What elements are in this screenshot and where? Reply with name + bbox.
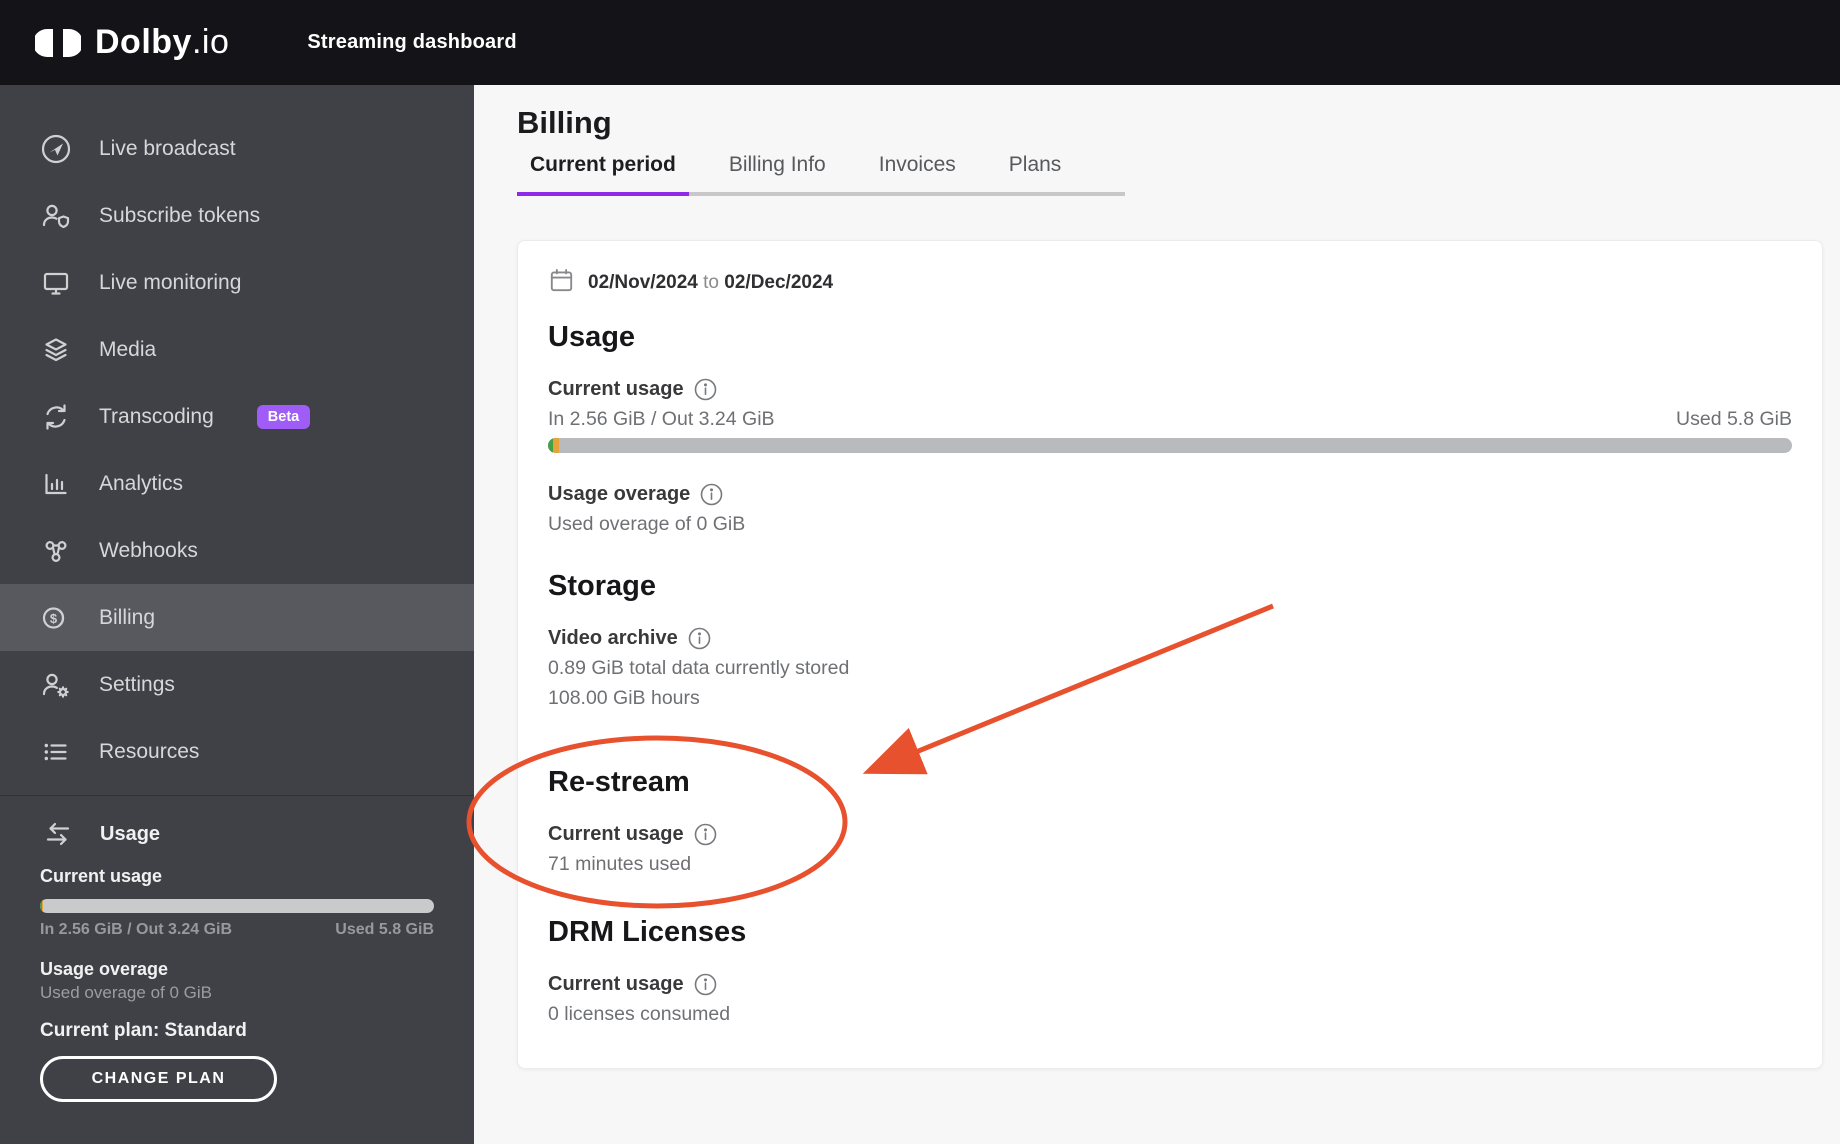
billing-tabs: Current period Billing Info Invoices Plans <box>517 153 1125 196</box>
top-header: Dolby.io Streaming dashboard <box>0 0 1840 85</box>
info-icon[interactable] <box>694 973 717 996</box>
billing-icon: $ <box>40 602 72 634</box>
sidebar-usage-progressbar <box>40 899 434 913</box>
current-usage-label: Current usage <box>548 378 684 400</box>
sidebar-item-label: Live broadcast <box>99 136 236 160</box>
sidebar-nav: Live broadcast Subscribe tokens Live mon… <box>0 115 474 785</box>
restream-usage-label: Current usage <box>548 823 684 845</box>
period-separator: to <box>703 272 719 293</box>
period-end: 02/Dec/2024 <box>724 272 834 293</box>
current-plan-label: Current plan: Standard <box>40 1020 247 1041</box>
sidebar-item-label: Transcoding <box>99 404 214 428</box>
svg-text:$: $ <box>50 611 58 626</box>
swap-arrows-icon <box>42 818 74 850</box>
sidebar-item-media[interactable]: Media <box>0 316 474 383</box>
usage-in-out-value: In 2.56 GiB / Out 3.24 GiB <box>548 408 775 430</box>
drm-usage-label: Current usage <box>548 973 684 995</box>
sidebar-item-resources[interactable]: Resources <box>0 718 474 785</box>
restream-section-heading: Re-stream <box>548 766 690 798</box>
tab-current-period[interactable]: Current period <box>517 153 689 196</box>
bar-segment-out <box>552 438 559 453</box>
sidebar-current-usage-label: Current usage <box>40 866 163 886</box>
calendar-icon <box>548 267 575 299</box>
sidebar-item-live-monitoring[interactable]: Live monitoring <box>0 249 474 316</box>
billing-period-row: 02/Nov/2024 to 02/Dec/2024 <box>548 267 1792 299</box>
storage-section-heading: Storage <box>548 570 656 602</box>
usage-progressbar <box>548 438 1792 453</box>
monitor-icon <box>40 267 72 299</box>
sidebar-item-settings[interactable]: Settings <box>0 651 474 718</box>
sidebar-item-label: Live monitoring <box>99 270 242 294</box>
tab-plans[interactable]: Plans <box>996 153 1075 196</box>
info-icon[interactable] <box>694 378 717 401</box>
sidebar-overage-value: Used overage of 0 GiB <box>40 983 212 1002</box>
user-gear-icon <box>40 669 72 701</box>
sidebar-item-webhooks[interactable]: Webhooks <box>0 517 474 584</box>
tab-invoices[interactable]: Invoices <box>866 153 969 196</box>
dolby-logo-icon <box>35 28 81 57</box>
user-shield-icon <box>40 200 72 232</box>
sidebar-item-label: Settings <box>99 672 175 696</box>
change-plan-button[interactable]: CHANGE PLAN <box>40 1056 277 1102</box>
storage-hours-value: 108.00 GiB hours <box>548 687 700 709</box>
sidebar-item-analytics[interactable]: Analytics <box>0 450 474 517</box>
billing-card: 02/Nov/2024 to 02/Dec/2024 Usage Current… <box>517 240 1823 1069</box>
info-icon[interactable] <box>688 627 711 650</box>
usage-section-heading: Usage <box>548 321 636 353</box>
webhook-icon <box>40 535 72 567</box>
sidebar-usage-panel: Usage Current usage In 2.56 GiB / Out 3.… <box>0 796 474 1102</box>
period-start: 02/Nov/2024 <box>588 272 698 293</box>
usage-used-value: Used 5.8 GiB <box>1676 408 1792 430</box>
page-title: Billing <box>517 105 612 140</box>
drm-section-heading: DRM Licenses <box>548 916 747 948</box>
layers-icon <box>40 334 72 366</box>
app-title: Streaming dashboard <box>307 31 517 53</box>
sidebar-item-label: Media <box>99 337 157 361</box>
storage-stored-value: 0.89 GiB total data currently stored <box>548 657 850 679</box>
sidebar-item-label: Billing <box>99 605 156 629</box>
dolby-brand: Dolby.io <box>35 23 229 62</box>
sidebar-usage-title: Usage <box>100 822 161 845</box>
bar-segment-out <box>41 899 44 913</box>
info-icon[interactable] <box>694 823 717 846</box>
brand-text: Dolby.io <box>95 23 230 61</box>
sidebar-in-out-value: In 2.56 GiB / Out 3.24 GiB <box>40 921 233 938</box>
sidebar-item-label: Resources <box>99 739 200 763</box>
sidebar-item-live-broadcast[interactable]: Live broadcast <box>0 115 474 182</box>
tab-billing-info[interactable]: Billing Info <box>716 153 839 196</box>
sidebar-item-label: Webhooks <box>99 538 198 562</box>
transcode-icon <box>40 401 72 433</box>
sidebar: Live broadcast Subscribe tokens Live mon… <box>0 85 474 1144</box>
usage-overage-value: Used overage of 0 GiB <box>548 513 746 535</box>
usage-overage-label: Usage overage <box>548 483 691 505</box>
broadcast-icon <box>40 133 72 165</box>
sidebar-item-subscribe-tokens[interactable]: Subscribe tokens <box>0 182 474 249</box>
sidebar-item-label: Analytics <box>99 471 184 495</box>
restream-usage-value: 71 minutes used <box>548 853 692 875</box>
beta-badge: Beta <box>256 404 311 429</box>
sidebar-item-billing[interactable]: $ Billing <box>0 584 474 651</box>
list-icon <box>40 736 72 768</box>
sidebar-overage-label: Usage overage <box>40 959 169 979</box>
sidebar-item-label: Subscribe tokens <box>99 203 261 227</box>
billing-period-text: 02/Nov/2024 to 02/Dec/2024 <box>588 272 833 294</box>
video-archive-label: Video archive <box>548 627 678 649</box>
drm-usage-value: 0 licenses consumed <box>548 1003 731 1025</box>
info-icon[interactable] <box>700 483 723 506</box>
main-content: Billing Current period Billing Info Invoic… <box>474 85 1840 1144</box>
sidebar-used-value: Used 5.8 GiB <box>335 921 434 938</box>
sidebar-item-transcoding[interactable]: Transcoding Beta <box>0 383 474 450</box>
bar-chart-icon <box>40 468 72 500</box>
